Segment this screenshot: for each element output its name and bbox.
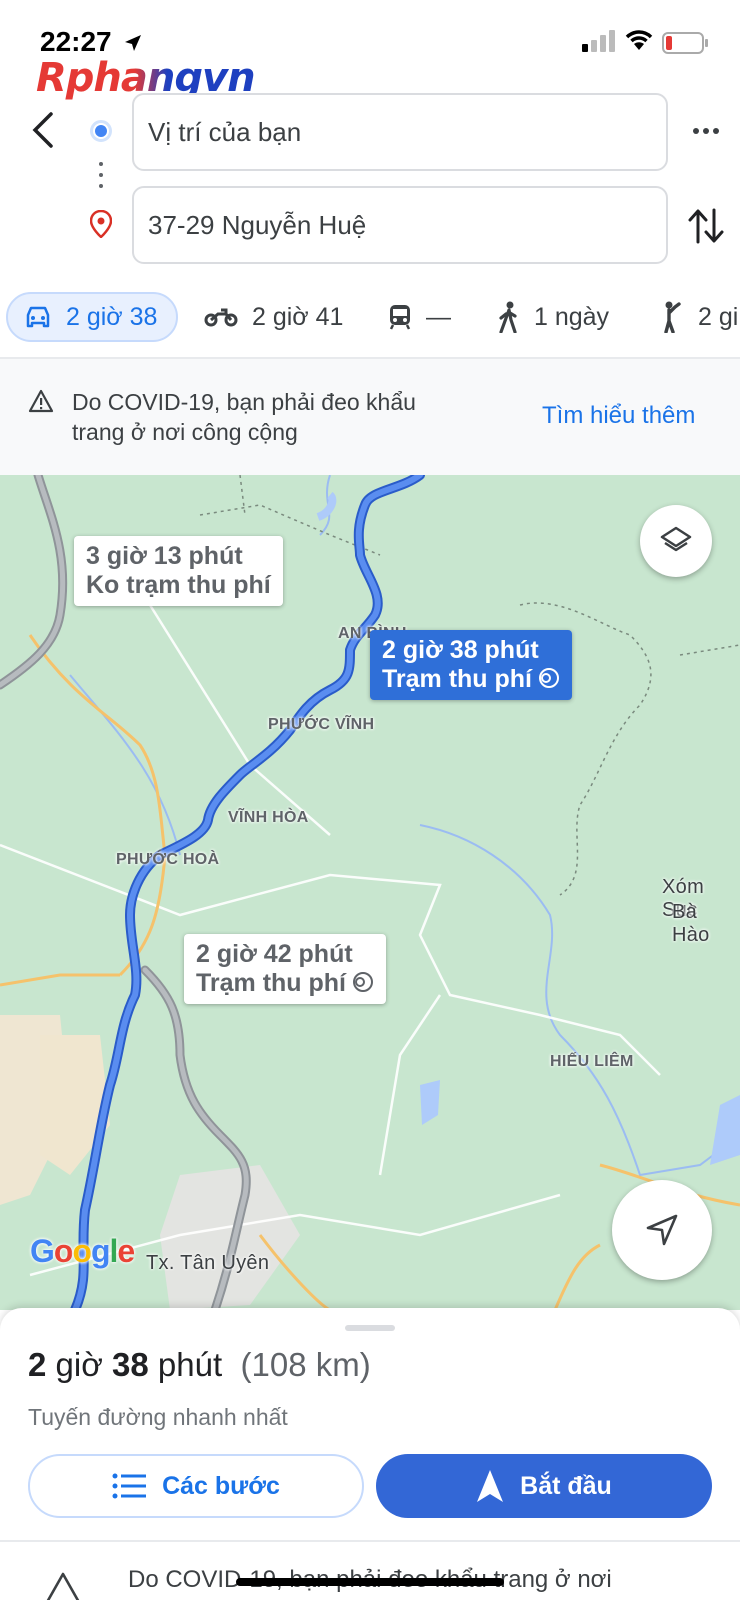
warning-icon [46,1572,80,1600]
tab-walking[interactable]: 1 ngày [498,292,609,342]
route-duration: 2 giờ 38 phút (108 km) [28,1346,371,1383]
destination-input-value: 37-29 Nguyễn Huệ [148,209,367,240]
place-label: Bà Hào [672,901,710,946]
battery-icon [662,32,708,54]
route-note: Tuyến đường nhanh nhất [28,1404,288,1430]
tab-transit-label: — [426,302,451,331]
tab-motorcycle[interactable]: 2 giờ 41 [204,292,343,342]
status-time: 22:27 [40,26,112,57]
map-view[interactable]: AN BÌNH PHƯỚC VĨNH VĨNH HÒA PHƯỚC HOÀ Xó… [0,475,740,1310]
toll-icon [539,668,559,688]
route-summary-sheet: 2 giờ 38 phút (108 km) Tuyến đường nhanh… [0,1308,740,1600]
map-layers-button[interactable] [640,505,712,577]
place-label: PHƯỚC HOÀ [116,851,220,868]
place-label: VĨNH HÒA [228,809,309,826]
layers-icon [660,526,692,552]
place-label: Tx. Tân Uyên [146,1252,270,1274]
route-dots-icon [99,162,103,192]
origin-input-value: Vị trí của bạn [148,116,302,147]
motorcycle-icon [204,308,238,327]
callout-toll: Trạm thu phí [382,665,532,693]
route-callout-main[interactable]: 2 giờ 38 phút Trạm thu phí [370,630,572,700]
sheet-drag-handle[interactable] [345,1325,395,1331]
ride-icon [664,301,681,333]
transit-icon [389,305,411,330]
river [316,491,337,521]
list-icon [112,1473,147,1499]
start-button-label: Bắt đầu [520,1471,612,1500]
lake [420,1080,440,1125]
tab-motorcycle-label: 2 giờ 41 [252,302,344,331]
route-distance: (108 km) [240,1346,371,1383]
steps-button[interactable]: Các bước [28,1454,364,1518]
divider [0,1540,740,1542]
alternate-route [0,475,68,690]
steps-button-label: Các bước [162,1471,280,1500]
back-arrow-icon [32,112,53,148]
callout-duration: 2 giờ 42 phút [196,940,353,968]
warning-icon [28,389,54,413]
destination-input[interactable]: 37-29 Nguyễn Huệ [132,186,668,264]
covid-banner-message: Do COVID-19, bạn phải đeo khẩu trang ở n… [72,389,416,445]
lake [710,1095,740,1165]
my-location-button[interactable] [612,1180,712,1280]
covid-banner: Do COVID-19, bạn phải đeo khẩu trang ở n… [0,359,740,475]
route-callout-alt2[interactable]: 2 giờ 42 phút Trạm thu phí [184,934,386,1004]
covid-notice: Do COVID-19, bạn phải đeo khẩu trang ở n… [0,1544,740,1600]
place-label: PHƯỚC VĨNH [268,716,375,733]
status-bar: 22:27 [0,0,740,70]
home-indicator[interactable] [236,1578,504,1586]
origin-dot-icon [90,120,112,142]
toll-icon [353,972,373,992]
tab-ride-hailing-label: 2 gi [698,302,739,331]
tab-walking-label: 1 ngày [534,302,610,331]
wifi-icon [625,30,653,50]
place-label: HIẾU LIÊM [550,1053,634,1070]
navigation-arrow-icon [646,1214,678,1246]
start-navigation-button[interactable]: Bắt đầu [376,1454,712,1518]
callout-toll: Trạm thu phí [196,969,346,997]
destination-pin-icon [90,210,112,238]
urban-area [160,1165,300,1310]
car-icon [26,306,50,328]
learn-more-link[interactable]: Tìm hiểu thêm [542,402,695,430]
route-callout-alt1[interactable]: 3 giờ 13 phút Ko trạm thu phí [74,536,283,606]
navigation-icon [477,1470,504,1502]
walk-icon [499,301,517,333]
more-options-button[interactable] [686,116,726,146]
travel-mode-tabs: 2 giờ 38 2 giờ 41 — 1 ngày 2 gi [0,288,740,352]
tab-driving-label: 2 giờ 38 [66,302,158,331]
location-arrow-icon [125,35,141,51]
callout-duration: 3 giờ 13 phút [86,542,243,570]
tab-driving[interactable]: 2 giờ 38 [6,292,178,342]
tab-ride-hailing[interactable]: 2 gi [660,292,738,342]
callout-duration: 2 giờ 38 phút [382,636,539,664]
cellular-signal-icon [582,30,615,52]
google-attribution-logo: Google [30,1233,135,1269]
back-button[interactable] [20,108,64,152]
alternate-route [0,475,66,688]
origin-input[interactable]: Vị trí của bạn [132,93,668,171]
tab-transit[interactable]: — [388,292,451,342]
callout-toll: Ko trạm thu phí [86,571,271,599]
swap-directions-button[interactable] [684,204,728,248]
